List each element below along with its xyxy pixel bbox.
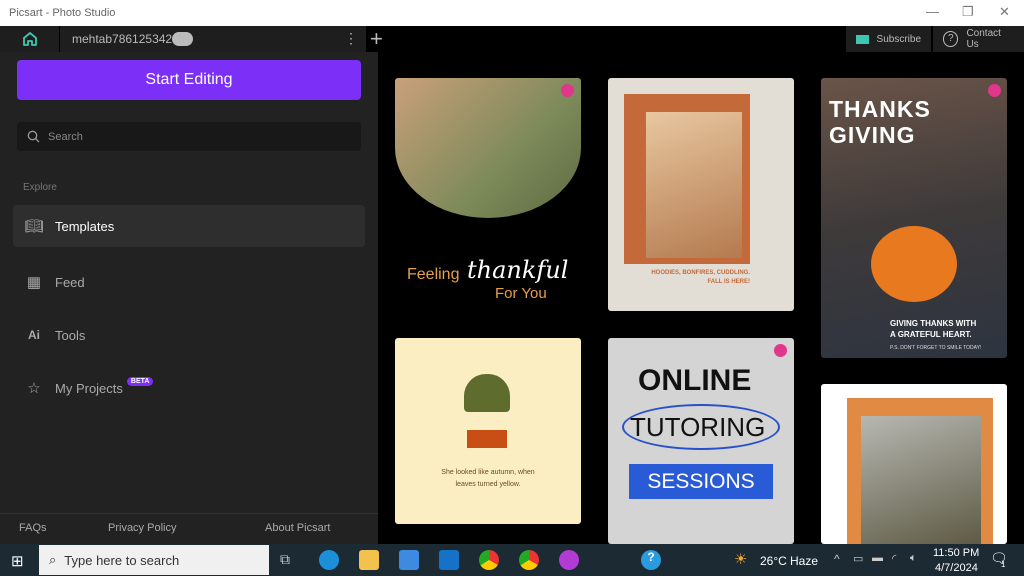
taskbar: ⊞ ⌕ Type here to search ⧉ ? ☀ 26°C Haze … bbox=[0, 544, 1024, 576]
beanie-illustration bbox=[464, 374, 510, 412]
template-photo bbox=[646, 112, 742, 258]
clock-date[interactable]: 4/7/2024 bbox=[935, 562, 978, 574]
sidebar-item-tools[interactable]: Ai Tools bbox=[13, 314, 365, 356]
template-photo bbox=[395, 78, 581, 218]
premium-crown-icon bbox=[561, 84, 574, 97]
help-icon: ? bbox=[943, 31, 959, 47]
template-card-portrait[interactable] bbox=[821, 384, 1007, 544]
avatar bbox=[172, 32, 193, 46]
volume-icon[interactable]: 🔈︎ bbox=[910, 552, 917, 565]
template-card-fall[interactable]: HOODIES, BONFIRES, CUDDLING. FALL IS HER… bbox=[608, 78, 794, 311]
search-icon: ⌕ bbox=[49, 552, 57, 567]
book-icon: 📖︎ bbox=[24, 218, 44, 235]
taskbar-search-input[interactable]: ⌕ Type here to search bbox=[39, 545, 269, 575]
window-title: Picsart - Photo Studio bbox=[9, 7, 116, 19]
notification-count: 1 bbox=[1001, 560, 1006, 569]
task-view-icon[interactable]: ⧉ bbox=[280, 551, 290, 568]
clock-time[interactable]: 11:50 PM bbox=[933, 547, 979, 559]
close-button[interactable]: ✕ bbox=[999, 4, 1010, 20]
template-photo bbox=[861, 416, 981, 544]
more-menu-icon[interactable]: ⋮ bbox=[344, 30, 358, 47]
wifi-icon[interactable]: ◜ bbox=[892, 552, 896, 565]
chevron-up-icon[interactable]: ^ bbox=[834, 552, 840, 566]
maximize-button[interactable]: ❐ bbox=[962, 4, 974, 20]
search-input[interactable]: Search bbox=[17, 122, 361, 151]
chrome-icon[interactable] bbox=[519, 550, 539, 570]
pumpkin-image bbox=[871, 226, 957, 302]
search-icon bbox=[27, 130, 40, 143]
template-card-thanksgiving[interactable]: THANKS GIVING GIVING THANKS WITH A GRATE… bbox=[821, 78, 1007, 358]
crown-icon bbox=[856, 34, 869, 44]
start-editing-button[interactable]: Start Editing bbox=[17, 60, 361, 100]
explore-label: Explore bbox=[23, 182, 57, 193]
title-bar: Picsart - Photo Studio — ❐ ✕ bbox=[0, 0, 1024, 26]
premium-crown-icon bbox=[988, 84, 1001, 97]
home-icon bbox=[22, 32, 37, 46]
sidebar-item-feed[interactable]: ▦ Feed bbox=[13, 261, 365, 303]
star-icon: ☆ bbox=[27, 380, 41, 397]
chrome-icon[interactable] bbox=[479, 550, 499, 570]
edge-icon[interactable] bbox=[319, 550, 339, 570]
sidebar-item-my-projects[interactable]: ☆ My Projects BETA bbox=[13, 367, 365, 409]
meet-icon[interactable]: ▭ bbox=[853, 552, 863, 565]
weather-icon: ☀ bbox=[734, 551, 748, 568]
beta-badge: BETA bbox=[126, 376, 154, 386]
picsart-icon[interactable] bbox=[559, 550, 579, 570]
ai-icon: Ai bbox=[28, 328, 40, 342]
mail-icon[interactable] bbox=[439, 550, 459, 570]
faqs-link[interactable]: FAQs bbox=[19, 522, 47, 534]
sidebar-item-templates[interactable]: 📖︎ Templates bbox=[13, 205, 365, 247]
subscribe-button[interactable]: Subscribe bbox=[846, 26, 931, 52]
home-button[interactable] bbox=[0, 26, 60, 52]
help-app-icon[interactable]: ? bbox=[641, 550, 661, 570]
contact-us-button[interactable]: ? Contact Us bbox=[933, 26, 1024, 52]
tab-bar: mehtab786125342 ⋮ + Subscribe ? Contact … bbox=[0, 26, 1024, 52]
sidebar: Start Editing Search Explore 📖︎ Templates… bbox=[0, 52, 378, 544]
privacy-policy-link[interactable]: Privacy Policy bbox=[108, 522, 176, 534]
grid-icon: ▦ bbox=[26, 274, 42, 291]
divider bbox=[0, 513, 378, 514]
template-card-autumn[interactable]: She looked like autumn, when leaves turn… bbox=[395, 338, 581, 524]
file-explorer-icon[interactable] bbox=[359, 550, 379, 570]
about-picsart-link[interactable]: About Picsart bbox=[265, 522, 330, 534]
template-card-thankful[interactable]: Feeling thankful For You bbox=[395, 78, 581, 305]
battery-icon[interactable]: ▬ bbox=[872, 552, 883, 564]
minimize-button[interactable]: — bbox=[926, 4, 939, 19]
template-card-tutoring[interactable]: ONLINE TUTORING SESSIONS bbox=[608, 338, 794, 544]
store-icon[interactable] bbox=[399, 550, 419, 570]
premium-crown-icon bbox=[774, 344, 787, 357]
windows-start-icon[interactable]: ⊞ bbox=[11, 552, 24, 570]
username-tab[interactable]: mehtab786125342 bbox=[72, 32, 172, 46]
new-tab-button[interactable]: + bbox=[370, 26, 383, 52]
